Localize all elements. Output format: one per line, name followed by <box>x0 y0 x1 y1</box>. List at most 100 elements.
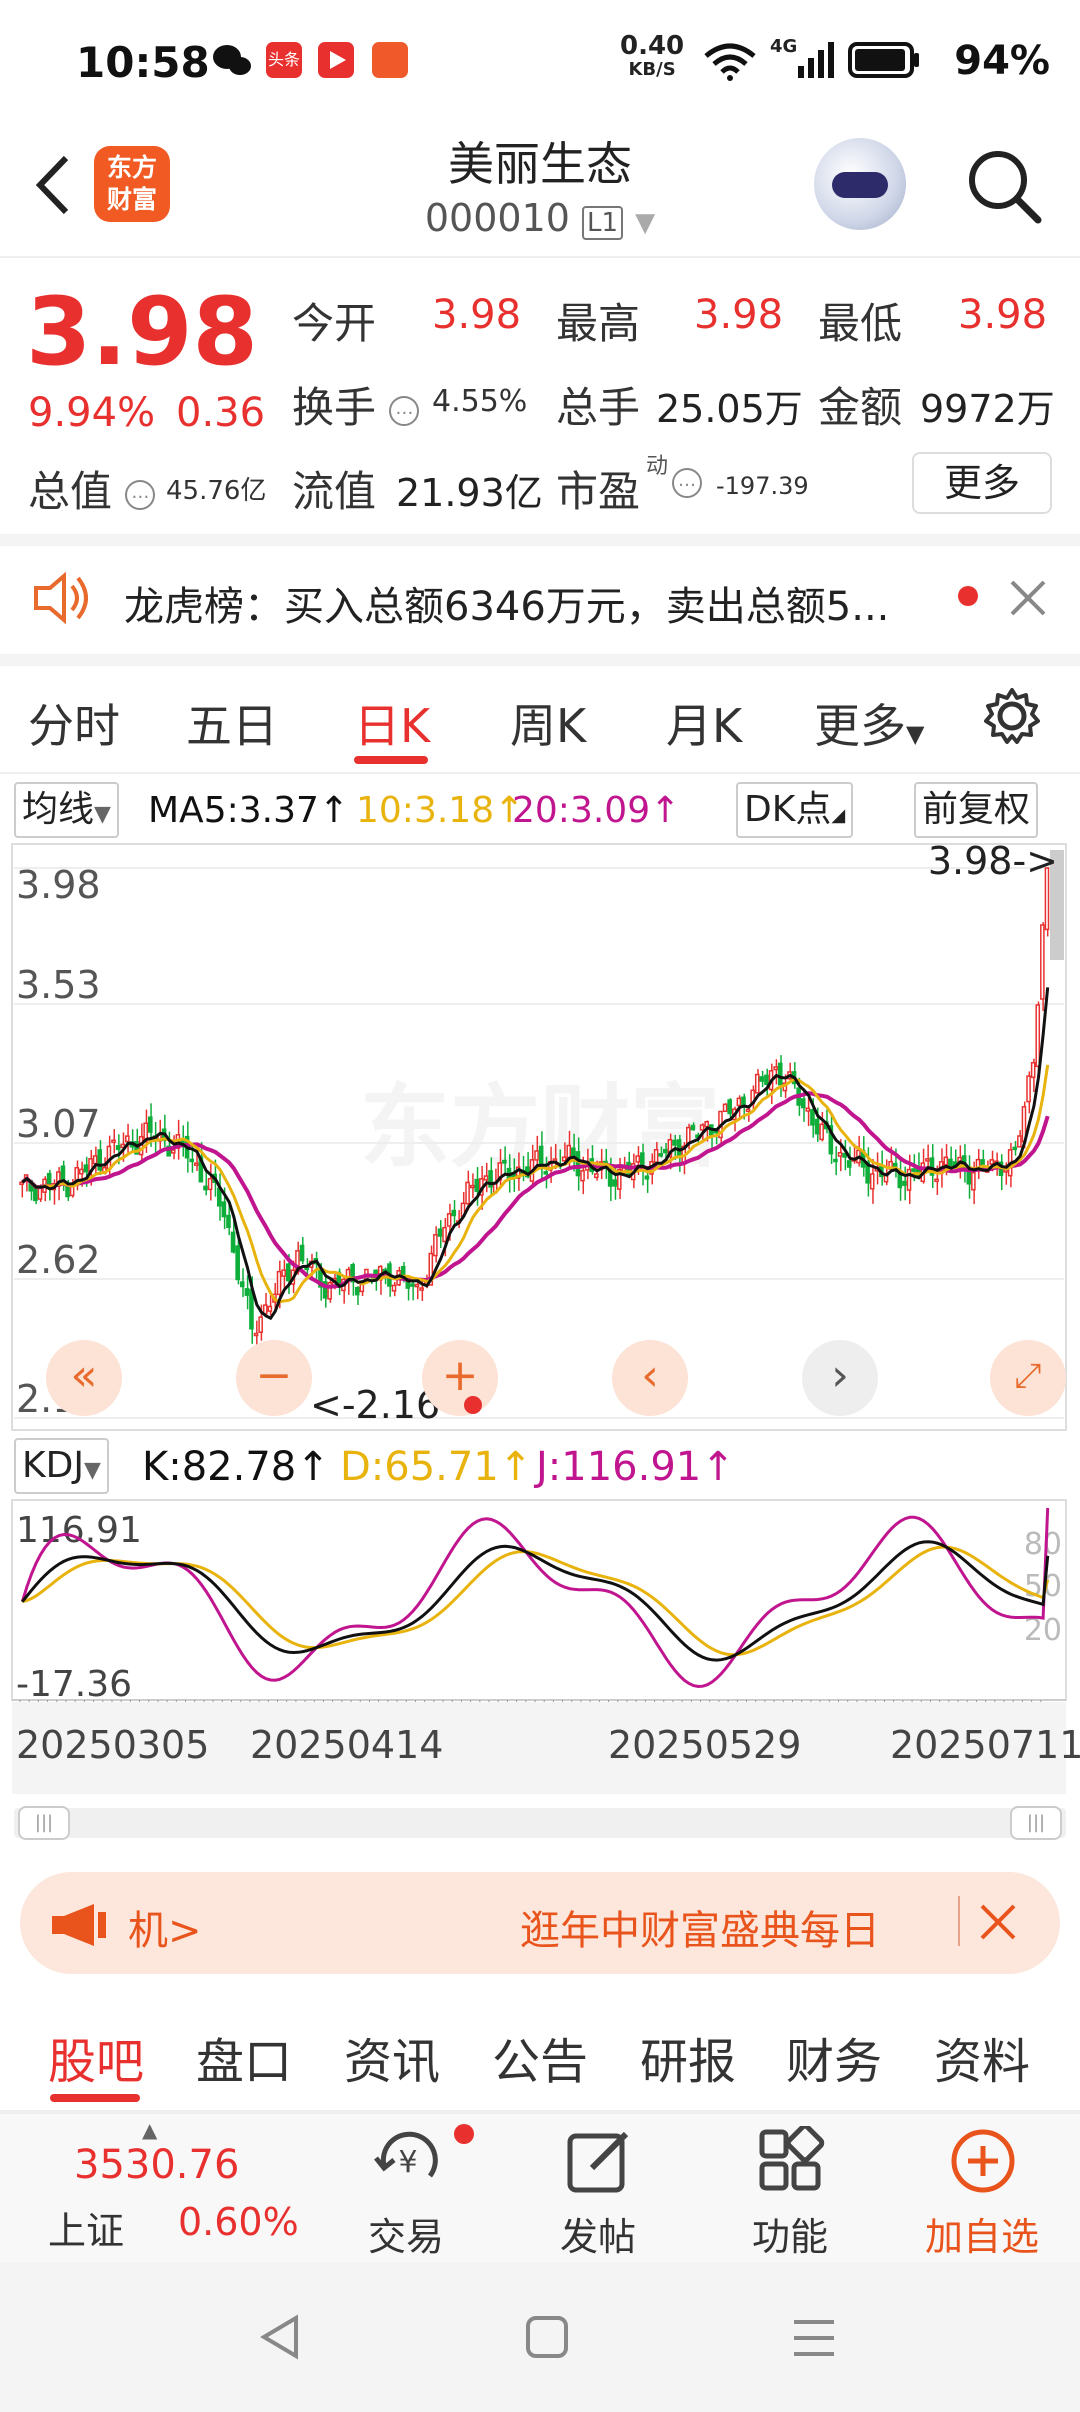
candle-body <box>285 1263 291 1282</box>
tab-finance[interactable]: 财务 <box>786 2022 882 2092</box>
info-icon: … <box>125 479 156 510</box>
candle-body <box>414 1283 420 1288</box>
index-value[interactable]: 3530.76 <box>74 2142 239 2188</box>
step-left-icon[interactable]: ‹ <box>612 1340 688 1416</box>
post-icon[interactable] <box>564 2126 634 2200</box>
ma-select[interactable]: 均线▼ <box>14 782 119 838</box>
candle-body <box>469 1184 475 1189</box>
candle-body <box>773 1066 778 1071</box>
candle-body <box>777 1062 783 1086</box>
candle-body <box>810 1108 815 1126</box>
close-icon[interactable] <box>1008 578 1048 622</box>
active-tab-indicator <box>354 756 428 764</box>
notice-text[interactable]: 龙虎榜：买入总额6346万元，卖出总额5... <box>124 574 889 632</box>
more-quote-button[interactable]: 更多 <box>912 452 1052 514</box>
stock-code[interactable]: 000010 L1 ▼ <box>0 196 1080 240</box>
banner-left-text[interactable]: 机> <box>128 1898 202 1956</box>
functions-icon[interactable] <box>756 2123 826 2200</box>
candle-body <box>299 1244 305 1262</box>
dk-point-select[interactable]: DK点◢ <box>736 782 854 838</box>
candle-body <box>400 1265 406 1276</box>
tab-five-day[interactable]: 五日 <box>186 690 278 756</box>
tab-announcements[interactable]: 公告 <box>492 2022 588 2092</box>
search-icon[interactable] <box>964 146 1044 226</box>
megaphone-icon <box>50 1900 110 1954</box>
zoom-out-icon[interactable]: − <box>236 1340 312 1416</box>
candle-body <box>446 1213 452 1227</box>
trade-label[interactable]: 交易 <box>326 2206 486 2261</box>
candle-body <box>543 1171 549 1175</box>
tab-research[interactable]: 研报 <box>640 2022 736 2092</box>
x-tick-1: 20250305 <box>16 1723 209 1767</box>
candle-body <box>736 1097 742 1107</box>
kdj-d-value: D:65.71↑ <box>340 1444 533 1490</box>
tab-intraday[interactable]: 分时 <box>28 690 120 756</box>
wechat-icon <box>212 42 251 78</box>
functions-label[interactable]: 功能 <box>710 2206 870 2261</box>
turnover-value: 4.55% <box>432 384 528 419</box>
tab-news[interactable]: 资讯 <box>344 2022 440 2092</box>
candle-body <box>354 1286 360 1296</box>
zoom-in-icon[interactable]: + <box>422 1340 498 1416</box>
scroll-left-fast-icon[interactable]: « <box>46 1340 122 1416</box>
close-icon[interactable] <box>978 1902 1018 1946</box>
x-tick-4: 20250711 <box>890 1723 1080 1767</box>
tab-more[interactable]: 更多▼ <box>814 690 924 756</box>
range-right-handle[interactable]: ||| <box>1010 1806 1062 1840</box>
chevron-down-icon: ▼ <box>906 720 925 748</box>
candle-body <box>262 1304 268 1315</box>
candle-body <box>1012 1146 1018 1151</box>
info-icon: … <box>389 395 420 426</box>
candle-body <box>722 1103 728 1113</box>
candle-body <box>580 1170 585 1182</box>
candle-body <box>690 1124 696 1131</box>
trade-icon[interactable]: ¥ <box>370 2126 446 2200</box>
step-right-icon[interactable]: › <box>802 1340 878 1416</box>
adjust-select[interactable]: 前复权 <box>914 782 1039 838</box>
active-info-tab-indicator <box>50 2094 140 2102</box>
candle-body <box>244 1288 250 1296</box>
float-value: 21.93亿 <box>396 471 543 515</box>
unread-dot <box>958 586 978 606</box>
candle-body <box>759 1076 765 1082</box>
index-percent[interactable]: 0.60% <box>178 2200 299 2244</box>
info-icon: … <box>672 468 702 498</box>
nav-back-icon[interactable] <box>256 2312 306 2366</box>
volume-value: 25.05万 <box>656 387 803 431</box>
index-up-icon: ▲ <box>142 2118 158 2142</box>
price-tick-label: 3.98 <box>16 863 101 907</box>
fullscreen-icon[interactable]: ⤢ <box>990 1340 1066 1416</box>
add-watchlist-label[interactable]: 加自选 <box>902 2206 1062 2261</box>
tab-weekly-k[interactable]: 周K <box>510 690 586 756</box>
add-watchlist-icon[interactable] <box>948 2126 1018 2200</box>
kdj-chart[interactable]: 116.91 -17.36 80 50 20 20250305 20250414… <box>0 1496 1080 1796</box>
post-label[interactable]: 发帖 <box>518 2206 678 2261</box>
candle-body <box>741 1096 746 1106</box>
tab-pankou[interactable]: 盘口 <box>196 2022 292 2092</box>
trade-badge-dot <box>454 2124 474 2144</box>
candle-body <box>65 1185 70 1198</box>
range-left-handle[interactable]: ||| <box>18 1806 70 1840</box>
candle-body <box>902 1180 907 1186</box>
banner-marquee-text[interactable]: 逛年中财富盛典每日 <box>520 1898 880 1956</box>
tab-guba[interactable]: 股吧 <box>48 2022 144 2092</box>
range-slider-track[interactable] <box>14 1808 1066 1838</box>
nav-menu-icon[interactable] <box>790 2316 838 2364</box>
settings-gear-icon[interactable] <box>982 686 1042 750</box>
candle-body <box>221 1201 227 1218</box>
nav-home-icon[interactable] <box>524 2314 570 2364</box>
low-label: 最低 <box>818 299 903 348</box>
tab-monthly-k[interactable]: 月K <box>666 690 742 756</box>
amount-label: 金额 <box>818 383 903 432</box>
candle-body <box>594 1173 599 1179</box>
battery-level: 94% <box>954 38 1050 84</box>
tab-profile[interactable]: 资料 <box>934 2022 1030 2092</box>
candle-body <box>267 1305 273 1312</box>
candle-body <box>911 1168 916 1172</box>
assistant-avatar[interactable] <box>814 138 906 230</box>
index-name[interactable]: 上证 <box>48 2200 124 2255</box>
kdj-select[interactable]: KDJ▼ <box>14 1438 109 1494</box>
candle-body <box>754 1073 760 1094</box>
tab-daily-k[interactable]: 日K <box>354 690 430 756</box>
candle-body <box>745 1108 751 1113</box>
